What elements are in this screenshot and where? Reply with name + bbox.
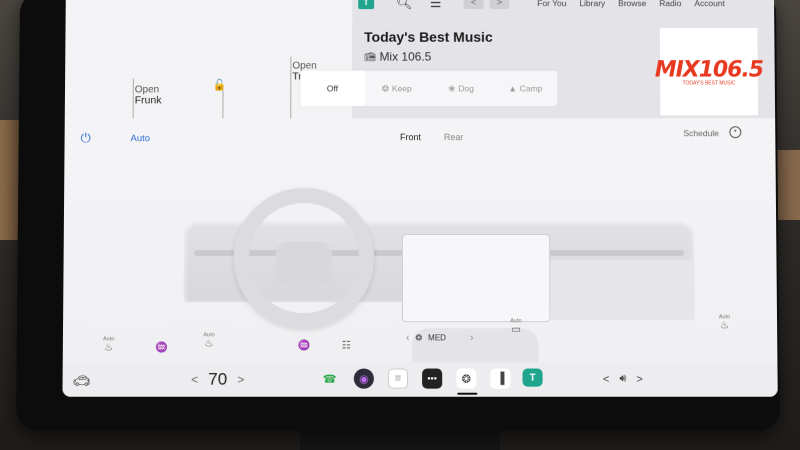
temperature-control: < 70 > xyxy=(191,370,244,390)
seat-heat-icon: ♨ xyxy=(720,320,730,332)
recirculate-icon: ▭ xyxy=(511,324,521,336)
fan-small-icon: ❂ xyxy=(381,82,389,93)
frunk-control[interactable]: Open Frunk xyxy=(135,84,162,106)
trunk-leader-line xyxy=(290,56,292,119)
volume-up-button[interactable]: > xyxy=(636,373,643,385)
front-defrost-button[interactable]: ♒ xyxy=(298,340,311,351)
tab-rear[interactable]: Rear xyxy=(444,132,463,142)
steering-hub xyxy=(275,242,332,287)
passenger-seat-heat[interactable]: Auto ♨ xyxy=(719,314,730,331)
nav-library[interactable]: Library xyxy=(579,0,605,8)
speaker-icon[interactable]: 🔊︎ xyxy=(619,373,626,386)
camera-icon[interactable]: ◉ xyxy=(353,368,374,389)
rear-defrost-button[interactable]: ♒ xyxy=(155,342,168,353)
mode-off-label: Off xyxy=(326,83,339,94)
temp-up-button[interactable]: > xyxy=(237,373,244,387)
tidal-icon[interactable]: T xyxy=(358,0,375,10)
driver-seat-heat[interactable]: Auto ♨ xyxy=(103,336,114,353)
clock-icon[interactable]: • xyxy=(729,126,742,139)
volume-control: < 🔊︎ > xyxy=(603,373,643,386)
mode-off[interactable]: Off xyxy=(300,70,365,107)
queue-icon[interactable]: ☰ xyxy=(430,0,442,11)
album-art-tagline: TODAY'S BEST MUSIC xyxy=(682,80,736,86)
tidal-dock-icon[interactable]: T xyxy=(522,368,543,387)
tab-front[interactable]: Front xyxy=(400,132,421,142)
notes-icon[interactable]: ≡ xyxy=(387,368,409,389)
card-icon[interactable]: ▐ xyxy=(490,368,511,389)
fan-decrease-icon[interactable]: ‹ xyxy=(406,332,409,343)
touchscreen: Open Frunk 🔓 Open Tr T 🔍︎ ☰ < > For You … xyxy=(62,0,778,397)
frunk-leader-line xyxy=(132,78,134,119)
forward-button[interactable]: > xyxy=(489,0,510,10)
center-display-shape xyxy=(402,233,551,323)
power-icon[interactable]: ⏻ xyxy=(81,130,91,146)
mode-dog-label: Dog xyxy=(458,83,474,94)
more-apps-icon[interactable]: ••• xyxy=(422,368,443,389)
car-icon[interactable]: 🚗︎ xyxy=(73,373,91,390)
display-bezel: Open Frunk 🔓 Open Tr T 🔍︎ ☰ < > For You … xyxy=(15,0,781,432)
glovebox-shape xyxy=(550,260,695,321)
volume-down-button[interactable]: < xyxy=(603,373,610,385)
paw-icon: ❀ xyxy=(448,82,456,93)
album-art-logo: MIX106.5 xyxy=(654,57,764,82)
media-nav-links: For You Library Browse Radio Account xyxy=(537,0,725,8)
active-app-indicator xyxy=(457,392,478,395)
defrost-max-icon: ☷ xyxy=(341,340,351,352)
schedule-button[interactable]: Schedule xyxy=(683,128,718,138)
recirculate-button[interactable]: Auto ▭ xyxy=(510,318,521,335)
max-defrost-button[interactable]: ☷ xyxy=(342,340,351,351)
album-art[interactable]: MIX106.5 TODAY'S BEST MUSIC xyxy=(655,27,763,116)
fan-dock-icon[interactable]: ❂ xyxy=(456,368,477,389)
tent-icon: ▲ xyxy=(508,83,517,94)
mode-keep[interactable]: ❂ Keep xyxy=(365,71,429,107)
steering-heat-icon: ♨ xyxy=(204,338,214,350)
nav-account[interactable]: Account xyxy=(694,0,725,8)
media-nav: T 🔍︎ ☰ < > For You Library Browse Radio … xyxy=(352,0,774,17)
rear-defrost-icon: ♒ xyxy=(155,342,168,354)
mode-dog[interactable]: ❀ Dog xyxy=(429,71,493,107)
frunk-label: Frunk xyxy=(134,94,162,107)
front-defrost-icon: ♒ xyxy=(297,340,311,352)
steering-heat-button[interactable]: Auto ♨ xyxy=(203,332,214,349)
nav-browse[interactable]: Browse xyxy=(618,0,646,8)
back-button[interactable]: < xyxy=(463,0,484,10)
fan-increase-icon[interactable]: › xyxy=(470,332,473,343)
climate-mode-selector: Off ❂ Keep ❀ Dog ▲ Camp xyxy=(300,70,558,107)
cabin-illustration xyxy=(103,158,725,377)
mode-camp[interactable]: ▲ Camp xyxy=(493,71,557,107)
nav-for-you[interactable]: For You xyxy=(537,0,566,8)
mode-keep-label: Keep xyxy=(391,83,412,94)
bottom-dock: 🚗︎ < 70 > ☎ ◉ ≡ ••• ❂ ▐ T < 🔊︎ > xyxy=(62,362,778,397)
nav-radio[interactable]: Radio xyxy=(659,0,681,8)
unlock-icon[interactable]: 🔓 xyxy=(213,79,227,92)
now-playing-title: Today's Best Music xyxy=(364,28,493,45)
climate-panel: ⏻ Auto Front Rear Schedule • Auto ♨ ♒ Au… xyxy=(62,118,778,377)
station-name: Mix 106.5 xyxy=(379,49,432,64)
lock-leader-line xyxy=(222,90,224,119)
fan-speed-label: MED xyxy=(428,333,446,343)
fan-speed-control: ‹ ❂ MED › xyxy=(406,332,473,343)
seat-heat-icon: ♨ xyxy=(104,342,114,354)
station-row: 📻︎ Mix 106.5 xyxy=(364,50,431,64)
fan-icon: ❂ xyxy=(415,333,423,343)
auto-button[interactable]: Auto xyxy=(130,133,150,144)
search-icon[interactable]: 🔍︎ xyxy=(396,0,412,11)
phone-icon[interactable]: ☎ xyxy=(320,369,340,389)
mode-camp-label: Camp xyxy=(519,83,543,94)
radio-icon: 📻︎ xyxy=(364,51,376,62)
temp-down-button[interactable]: < xyxy=(191,373,198,387)
temperature-value[interactable]: 70 xyxy=(208,370,227,390)
